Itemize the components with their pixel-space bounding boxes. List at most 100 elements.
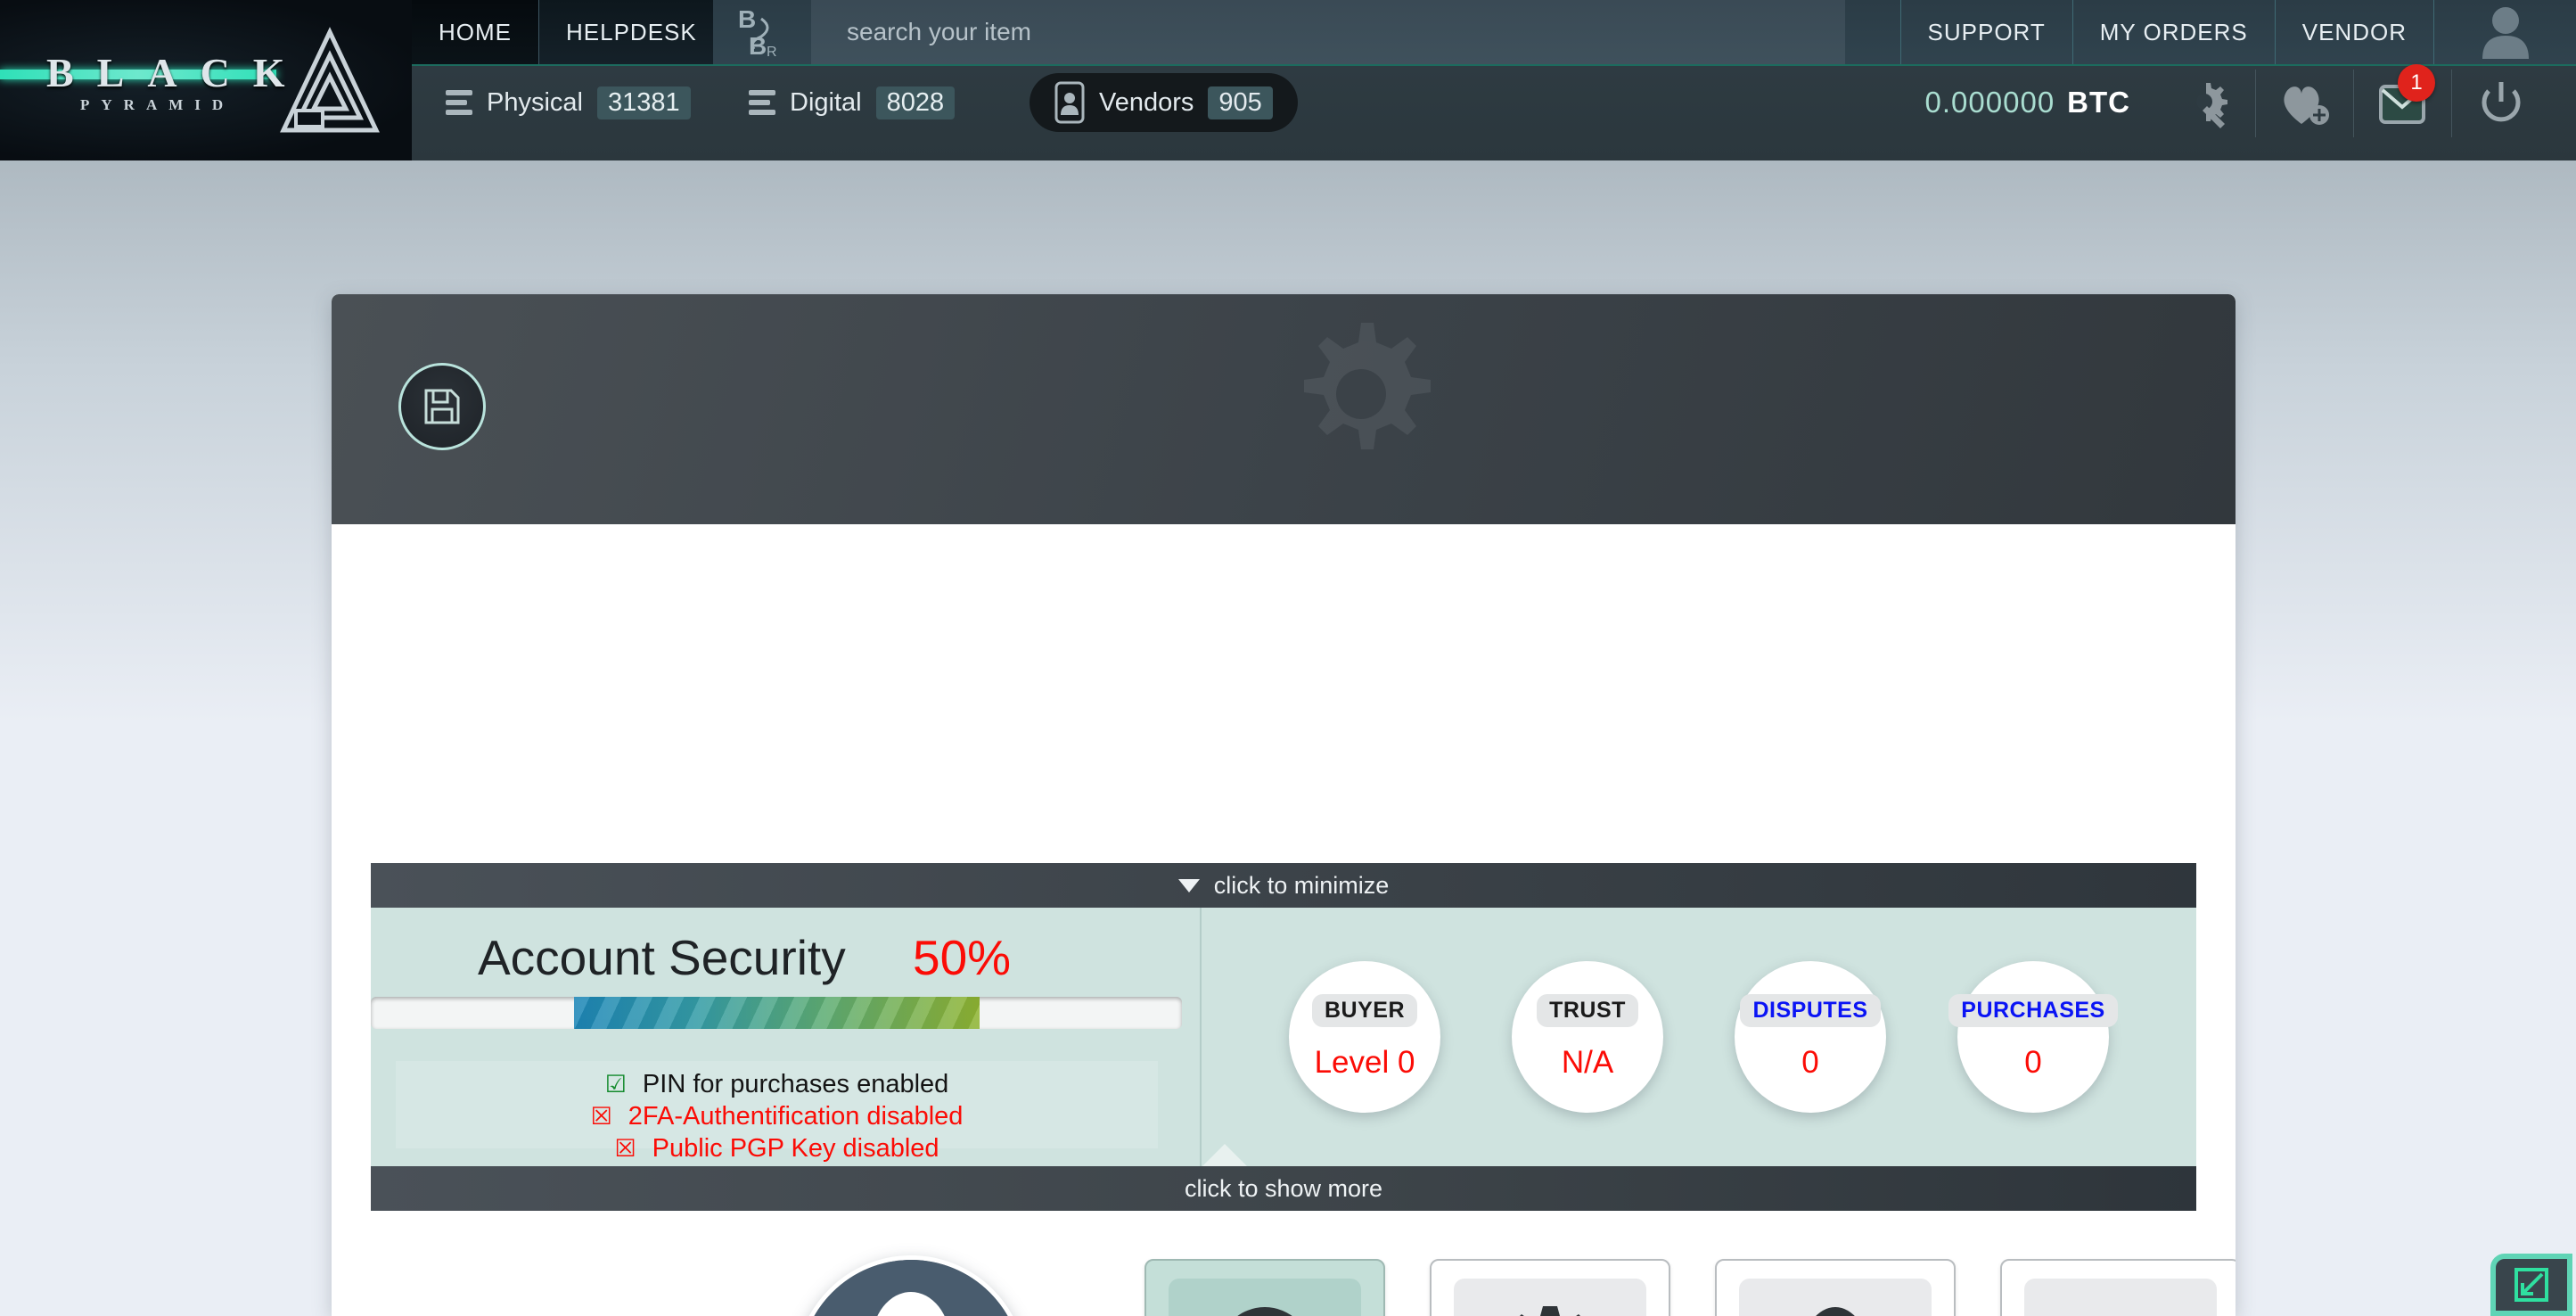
section-pointer: [1202, 1144, 1248, 1167]
settings-tile-group: Personal Settings $ Payment Settings: [1144, 1259, 2236, 1316]
tile-payment-settings[interactable]: $ Payment Settings: [1430, 1259, 1670, 1316]
tile-icon-box: [2024, 1279, 2217, 1316]
security-checklist: ☑ PIN for purchases enabled ☒ 2FA-Authen…: [396, 1061, 1158, 1163]
gear-circle-icon: [1236, 1306, 1293, 1316]
checkbox-crossed-icon: ☒: [590, 1103, 612, 1130]
security-progress-bar: [371, 997, 1182, 1029]
avatar[interactable]: [795, 1255, 1027, 1316]
svg-text:B: B: [738, 5, 756, 33]
tile-icon-box: [1169, 1279, 1361, 1316]
category-physical-label: Physical: [487, 87, 583, 117]
hamburger-icon: [749, 86, 775, 119]
search-input[interactable]: [811, 0, 1845, 64]
category-vendors[interactable]: Vendors 905: [1030, 73, 1298, 132]
tile-pgp-key[interactable]: PGP Key: [2000, 1259, 2236, 1316]
search-box[interactable]: [811, 0, 1845, 64]
stat-value: N/A: [1561, 1044, 1614, 1080]
person-icon: [2482, 7, 2529, 59]
minimize-bar-label: click to minimize: [1213, 871, 1390, 899]
checklist-item-label: 2FA-Authentification disabled: [628, 1102, 964, 1131]
heart-plus-icon: [2283, 86, 2329, 125]
nav-tab-home[interactable]: HOME: [412, 0, 539, 64]
stat-circle-purchases[interactable]: PURCHASES 0: [1948, 961, 2118, 1113]
pyramid-logo-icon: [280, 27, 380, 133]
tile-icon-box: [1739, 1279, 1932, 1316]
save-button[interactable]: [398, 363, 486, 450]
settings-wrench-button[interactable]: [2157, 70, 2255, 137]
unread-badge: 1: [2398, 64, 2435, 102]
wallet-currency: BTC: [2067, 86, 2130, 119]
category-digital-count: 8028: [875, 86, 956, 119]
header-icon-group: 1: [2157, 64, 2549, 137]
stat-value: 0: [1801, 1044, 1819, 1080]
security-summary: Account Security 50% ☑ PIN for purchases…: [371, 908, 1202, 1166]
avatar-placeholder-icon: [800, 1260, 1022, 1316]
logout-button[interactable]: [2451, 70, 2549, 137]
stat-label: PURCHASES: [1948, 993, 2118, 1027]
checklist-item-label: PIN for purchases enabled: [642, 1070, 949, 1098]
svg-text:R: R: [767, 45, 777, 60]
restore-window-button[interactable]: [2490, 1254, 2572, 1316]
category-vendors-label: Vendors: [1099, 87, 1194, 117]
category-vendors-count: 905: [1208, 86, 1273, 119]
chevron-down-icon: [1177, 878, 1200, 892]
stat-label: DISPUTES: [1740, 993, 1881, 1027]
category-physical[interactable]: Physical 31381: [446, 86, 691, 119]
stat-value: 0: [2024, 1044, 2042, 1080]
checkbox-checked-icon: ☑: [604, 1071, 627, 1098]
nav-tab-helpdesk[interactable]: HELPDESK: [539, 0, 725, 64]
security-progress-fill: [574, 997, 980, 1029]
wallet-balance[interactable]: 0.000000 BTC: [1925, 86, 2130, 119]
gear-wrench-icon: [2196, 83, 2227, 128]
tile-personal-settings[interactable]: Personal Settings: [1144, 1259, 1385, 1316]
stat-label: BUYER: [1311, 993, 1417, 1027]
user-avatar-button[interactable]: [2433, 0, 2576, 64]
checklist-item: ☑ PIN for purchases enabled: [396, 1068, 1158, 1100]
dollar-gear-icon: $: [1519, 1305, 1581, 1316]
category-digital[interactable]: Digital 8028: [749, 86, 956, 119]
power-icon: [2482, 82, 2520, 122]
vendor-card-icon: [1054, 81, 1085, 124]
show-more-bar[interactable]: click to show more: [371, 1166, 2196, 1211]
save-disk-icon: [424, 389, 460, 424]
tile-icon-box: $: [1454, 1279, 1646, 1316]
security-heading: Account Security: [478, 930, 846, 985]
nav-tab-my-orders[interactable]: MY ORDERS: [2071, 0, 2275, 64]
account-settings-panel: ACCOUNT SETTINGS click to minimize Accou…: [332, 294, 2236, 1316]
profile-avatar-area: [795, 1255, 1027, 1316]
security-percent: 50%: [913, 930, 1012, 985]
logo-subtext: PYRAMID: [80, 96, 235, 113]
restore-down-icon: [2514, 1268, 2548, 1302]
stat-circle-trust[interactable]: TRUST N/A: [1512, 961, 1663, 1113]
minimize-bar[interactable]: click to minimize: [371, 863, 2196, 908]
logo-wordmark: BLACK: [46, 50, 308, 95]
checklist-item: ☒ Public PGP Key disabled: [396, 1132, 1158, 1164]
checklist-item-label: Public PGP Key disabled: [652, 1134, 939, 1163]
br-logo-icon[interactable]: B B R: [713, 0, 811, 64]
hamburger-icon: [446, 86, 472, 119]
category-digital-label: Digital: [790, 87, 862, 117]
account-security-section: Account Security 50% ☑ PIN for purchases…: [371, 908, 2196, 1167]
wallet-amount: 0.000000: [1924, 86, 2055, 119]
tile-security-privacy[interactable]: Security - Privacy: [1715, 1259, 1956, 1316]
nav-tab-vendor[interactable]: VENDOR: [2274, 0, 2433, 64]
category-physical-count: 31381: [597, 86, 691, 119]
stat-circle-disputes[interactable]: DISPUTES 0: [1735, 961, 1886, 1113]
nav-tab-support[interactable]: SUPPORT: [1899, 0, 2072, 64]
stat-circle-buyer[interactable]: BUYER Level 0: [1289, 961, 1440, 1113]
site-logo[interactable]: BLACK PYRAMID: [0, 0, 412, 160]
stat-label: TRUST: [1537, 993, 1638, 1027]
checklist-item: ☒ 2FA-Authentification disabled: [396, 1100, 1158, 1132]
account-stat-circles: BUYER Level 0 TRUST N/A DISPUTES 0 PURCH…: [1202, 908, 2196, 1167]
open-lock-icon: [1815, 1306, 1856, 1316]
messages-button[interactable]: 1: [2353, 64, 2451, 137]
panel-header: ACCOUNT SETTINGS: [332, 294, 2236, 524]
favorites-button[interactable]: [2255, 70, 2353, 137]
show-more-label: click to show more: [1184, 1174, 1383, 1202]
primary-nav-left: HOME HELPDESK: [412, 0, 725, 64]
site-header: BLACK PYRAMID HOME HELPDESK B B R SUPPOR…: [0, 0, 2576, 160]
checkbox-crossed-icon: ☒: [614, 1135, 636, 1162]
key-icon: [2071, 1304, 2170, 1316]
background-gear-icon: [1304, 323, 1431, 449]
stat-value: Level 0: [1314, 1044, 1415, 1080]
